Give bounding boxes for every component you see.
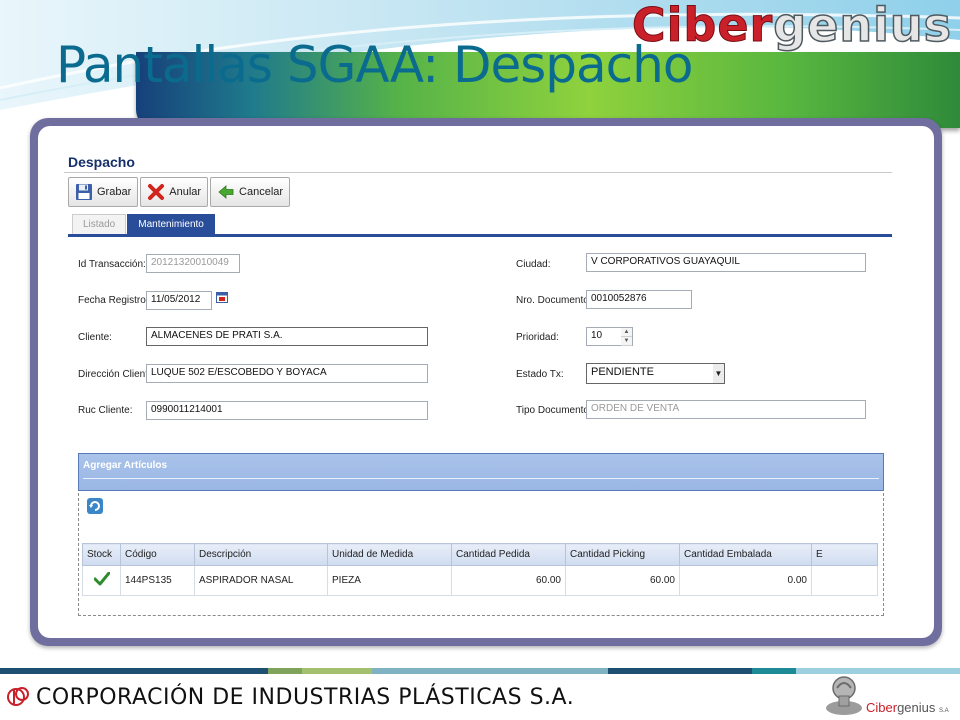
table-row[interactable]: 144PS135 ASPIRADOR NASAL PIEZA 60.00 60.… xyxy=(82,565,878,596)
col-header-codigo[interactable]: Código xyxy=(120,543,195,566)
cibergenius-logo: Cibergenius xyxy=(631,0,952,53)
footer-brand-part-b: genius xyxy=(897,700,936,715)
fecha-registro-label: Fecha Registro: xyxy=(78,295,149,306)
stepper-up-icon[interactable]: ▲ xyxy=(621,328,632,337)
col-header-cantidad-picking[interactable]: Cantidad Picking xyxy=(565,543,680,566)
title-divider xyxy=(64,172,892,173)
tab-underline xyxy=(68,234,892,237)
footer-brand-part-a: Ciber xyxy=(866,700,898,715)
ruc-cliente-field[interactable]: 0990011214001 xyxy=(146,401,428,420)
footer-brand-suffix: S.A xyxy=(939,708,949,714)
cancel-button-label: Cancelar xyxy=(239,186,284,198)
articles-panel-header: Agregar Artículos xyxy=(78,453,884,491)
cantidad-picking-cell: 60.00 xyxy=(565,565,680,596)
id-transaccion-field[interactable]: 20121320010049 xyxy=(146,254,240,273)
cantidad-pedida-cell: 60.00 xyxy=(451,565,566,596)
prioridad-field[interactable]: 10 xyxy=(586,327,622,346)
col-header-cantidad-pedida[interactable]: Cantidad Pedida xyxy=(451,543,566,566)
tab-bar: Listado Mantenimiento xyxy=(72,214,216,234)
articles-header-line xyxy=(83,478,879,479)
calendar-icon[interactable] xyxy=(216,291,228,303)
tipo-documento-label: Tipo Documento: xyxy=(516,405,592,416)
void-button[interactable]: Anular xyxy=(140,177,209,207)
stock-cell xyxy=(82,565,121,596)
check-icon xyxy=(93,571,110,586)
direccion-cliente-label: Dirección Cliente: xyxy=(78,369,157,380)
estado-tx-select[interactable]: PENDIENTE xyxy=(586,363,714,384)
corporation-logo-icon xyxy=(7,687,29,706)
cliente-label: Cliente: xyxy=(78,332,112,343)
nro-documento-label: Nro. Documento: xyxy=(516,295,592,306)
red-x-icon xyxy=(148,184,165,200)
strip-segment-4 xyxy=(372,668,608,674)
cancel-button[interactable]: Cancelar xyxy=(210,177,291,207)
slide-title: Pantallas SGAA: Despacho xyxy=(56,36,693,94)
cantidad-embalada-cell: 0.00 xyxy=(679,565,812,596)
estado-tx-label: Estado Tx: xyxy=(516,369,564,380)
unidad-cell: PIEZA xyxy=(327,565,452,596)
e-cell xyxy=(811,565,878,596)
col-header-unidad[interactable]: Unidad de Medida xyxy=(327,543,452,566)
prioridad-label: Prioridad: xyxy=(516,332,559,343)
back-arrow-icon xyxy=(218,185,234,199)
fecha-registro-field[interactable]: 11/05/2012 xyxy=(146,291,212,310)
ciudad-label: Ciudad: xyxy=(516,259,551,270)
articles-grid: Stock Código Descripción Unidad de Medid… xyxy=(82,543,878,596)
strip-segment-3 xyxy=(302,668,372,674)
articles-panel-title: Agregar Artículos xyxy=(83,460,168,471)
col-header-cantidad-embalada[interactable]: Cantidad Embalada xyxy=(679,543,812,566)
save-button-label: Grabar xyxy=(97,186,132,198)
tab-mantenimiento[interactable]: Mantenimiento xyxy=(127,214,215,234)
cibergenius-mascot-icon xyxy=(826,676,862,715)
prioridad-stepper[interactable]: ▲ ▼ xyxy=(621,327,633,346)
strip-segment-5 xyxy=(608,668,752,674)
floppy-disk-icon xyxy=(76,184,92,200)
brand-name-part-b: genius xyxy=(772,0,952,53)
tipo-documento-field[interactable]: ORDEN DE VENTA xyxy=(586,400,866,419)
footer-brand: Cibergenius S.A xyxy=(822,672,956,718)
strip-segment-6 xyxy=(752,668,796,674)
col-header-e[interactable]: E xyxy=(811,543,878,566)
footer-color-strip xyxy=(0,668,960,674)
descripcion-cell: ASPIRADOR NASAL xyxy=(194,565,328,596)
chevron-down-icon[interactable]: ▼ xyxy=(713,363,725,384)
cliente-field[interactable]: ALMACENES DE PRATI S.A. xyxy=(146,327,428,346)
grid-header-row: Stock Código Descripción Unidad de Medid… xyxy=(82,543,878,566)
ciudad-field[interactable]: V CORPORATIVOS GUAYAQUIL xyxy=(586,253,866,272)
col-header-descripcion[interactable]: Descripción xyxy=(194,543,328,566)
ruc-cliente-label: Ruc Cliente: xyxy=(78,405,133,416)
brand-name-part-a: Ciber xyxy=(631,0,774,53)
despacho-window: Despacho Grabar Anular Cancelar Listado … xyxy=(64,150,892,626)
col-header-stock[interactable]: Stock xyxy=(82,543,121,566)
codigo-cell: 144PS135 xyxy=(120,565,195,596)
footer-company-name: CORPORACIÓN DE INDUSTRIAS PLÁSTICAS S.A. xyxy=(36,685,575,710)
direccion-cliente-field[interactable]: LUQUE 502 E/ESCOBEDO Y BOYACA xyxy=(146,364,428,383)
footer-brand-text: Cibergenius S.A xyxy=(866,700,949,715)
void-button-label: Anular xyxy=(169,186,202,198)
strip-segment-2 xyxy=(268,668,302,674)
toolbar: Grabar Anular Cancelar xyxy=(68,177,291,207)
refresh-icon[interactable] xyxy=(86,497,104,515)
window-title: Despacho xyxy=(68,154,135,170)
strip-segment-1 xyxy=(0,668,268,674)
stepper-down-icon[interactable]: ▼ xyxy=(621,337,632,346)
id-transaccion-label: Id Transacción: xyxy=(78,259,146,270)
save-button[interactable]: Grabar xyxy=(68,177,139,207)
nro-documento-field[interactable]: 0010052876 xyxy=(586,290,692,309)
tab-listado[interactable]: Listado xyxy=(72,214,127,234)
